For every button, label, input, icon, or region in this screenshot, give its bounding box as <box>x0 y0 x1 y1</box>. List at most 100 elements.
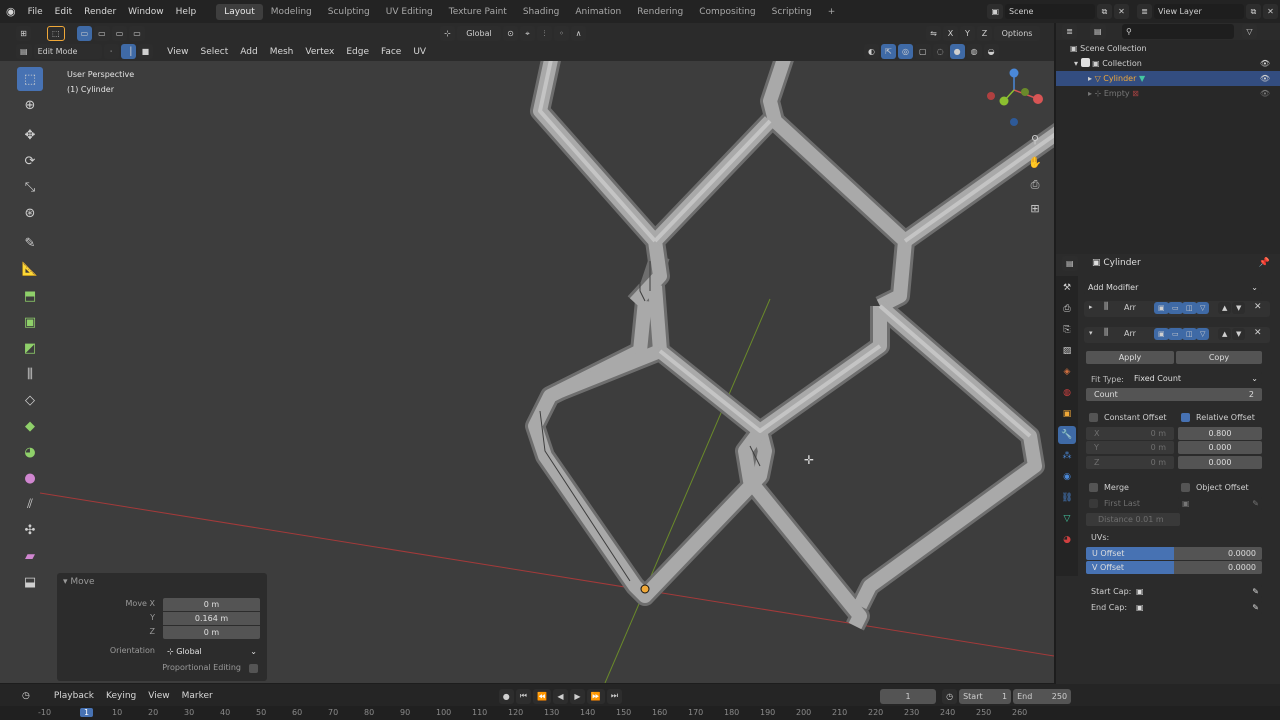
tool-tab-icon[interactable]: ⚒ <box>1058 279 1076 297</box>
preview-range-icon[interactable]: ◷ <box>942 688 958 704</box>
spin-tool-icon[interactable]: ◕ <box>17 440 43 464</box>
tab-layout[interactable]: Layout <box>216 3 263 20</box>
eyedropper-icon[interactable]: ✎ <box>1252 585 1259 598</box>
copy-button[interactable]: Copy <box>1176 351 1262 364</box>
object-tab-icon[interactable]: ▣ <box>1058 405 1076 423</box>
move-up-icon[interactable]: ▲ <box>1218 302 1232 314</box>
orientation-dropdown[interactable]: ⊹ Global ⌄ <box>163 645 260 658</box>
select-box-icon[interactable]: ⬚ <box>17 67 43 91</box>
next-key-icon[interactable]: ⏩ <box>586 688 605 704</box>
fit-type-dropdown[interactable]: Fixed Count ⌄ <box>1130 372 1262 385</box>
play-icon[interactable]: ▶ <box>569 688 585 704</box>
current-frame-field[interactable]: 1 <box>880 688 937 704</box>
merge-checkbox[interactable] <box>1089 483 1098 492</box>
tab-modeling[interactable]: Modeling <box>263 4 320 20</box>
filter-icon[interactable]: ▽ <box>1242 24 1257 39</box>
cage-icon[interactable]: ▽ <box>1196 302 1210 314</box>
visibility-eye-icon[interactable]: 👁 <box>1260 56 1270 71</box>
orientation-select[interactable]: Global <box>457 26 501 41</box>
view-layer-icon[interactable]: ≣ <box>1137 4 1152 19</box>
relative-x-field[interactable]: 0.800 <box>1178 427 1262 440</box>
move-y-field[interactable]: 0.164 m <box>163 612 260 625</box>
collection-checkbox[interactable] <box>1080 58 1090 67</box>
snap-icon[interactable]: ⌖ <box>520 26 535 41</box>
modifier-tab-icon[interactable]: 🔧 <box>1058 426 1076 444</box>
jump-start-icon[interactable]: ⏮ <box>515 688 531 704</box>
outliner-row-scene-collection[interactable]: ▣ Scene Collection <box>1056 41 1280 56</box>
vp-menu-view[interactable]: View <box>161 47 194 57</box>
perspective-grid-icon[interactable]: ⊞ <box>1025 198 1045 218</box>
operator-header[interactable]: ▾ Move <box>63 577 95 587</box>
menu-file[interactable]: File <box>22 7 49 17</box>
remove-modifier-icon[interactable]: ✕ <box>1254 328 1262 338</box>
object-offset-checkbox[interactable] <box>1181 483 1190 492</box>
proportional-icon[interactable]: ◦ <box>554 26 569 41</box>
properties-editor-icon[interactable]: ▤ <box>1062 256 1078 271</box>
u-offset-field[interactable]: U Offset 0.0000 <box>1086 547 1262 560</box>
pin-icon[interactable]: 📌 <box>1259 258 1270 268</box>
extrude-tool-icon[interactable]: ⬒ <box>17 284 43 308</box>
tab-uv-editing[interactable]: UV Editing <box>378 4 441 20</box>
knife-tool-icon[interactable]: ◇ <box>17 388 43 412</box>
cage-icon[interactable]: ▽ <box>1196 328 1210 340</box>
v-offset-field[interactable]: V Offset 0.0000 <box>1086 561 1262 574</box>
vp-menu-mesh[interactable]: Mesh <box>264 47 300 57</box>
rotate-tool-icon[interactable]: ⟳ <box>17 149 43 173</box>
prev-key-icon[interactable]: ⏪ <box>532 688 551 704</box>
outliner-search-input[interactable]: ⚲ <box>1122 24 1234 39</box>
collapse-icon[interactable]: ▾ <box>1089 329 1093 337</box>
tab-scripting[interactable]: Scripting <box>764 4 820 20</box>
start-frame-field[interactable]: Start 1 <box>959 688 1012 704</box>
timeline-menu-playback[interactable]: Playback <box>48 691 100 701</box>
mode-select[interactable]: Edit Mode <box>33 44 102 59</box>
render-display-icon[interactable]: ◫ <box>1182 328 1197 340</box>
view-layer-tab-icon[interactable]: ▨ <box>1058 342 1076 360</box>
mirror-y[interactable]: Y <box>960 26 975 41</box>
timeline-menu-marker[interactable]: Marker <box>176 691 219 701</box>
face-select-icon[interactable]: ■ <box>137 44 154 59</box>
vp-menu-select[interactable]: Select <box>194 47 234 57</box>
tab-rendering[interactable]: Rendering <box>629 4 691 20</box>
scene-icon[interactable]: ▣ <box>987 4 1003 19</box>
rendered-shading-icon[interactable]: ◒ <box>983 44 999 59</box>
render-display-icon[interactable]: ◫ <box>1182 302 1197 314</box>
tab-texture-paint[interactable]: Texture Paint <box>441 4 515 20</box>
rip-tool-icon[interactable]: ⬓ <box>17 570 43 594</box>
overlay-icon[interactable]: ◎ <box>898 44 913 59</box>
shear-tool-icon[interactable]: ▰ <box>17 544 43 568</box>
blender-logo-icon[interactable]: ◉ <box>0 5 22 18</box>
visibility-eye-icon[interactable]: 👁 <box>1260 71 1270 86</box>
annotate-tool-icon[interactable]: ✎ <box>17 231 43 255</box>
timeline-editor-icon[interactable]: ◷ <box>16 691 36 701</box>
view-layer-new-icon[interactable]: ⧉ <box>1246 4 1261 19</box>
record-icon[interactable]: ● <box>498 688 514 704</box>
move-up-icon[interactable]: ▲ <box>1218 328 1232 340</box>
visibility-eye-icon[interactable]: 👁 <box>1260 86 1270 101</box>
end-frame-field[interactable]: End 250 <box>1013 688 1072 704</box>
menu-help[interactable]: Help <box>170 7 203 17</box>
vp-menu-vertex[interactable]: Vertex <box>299 47 340 57</box>
smooth-tool-icon[interactable]: ● <box>17 466 43 490</box>
visibility-icon[interactable]: ◐ <box>864 44 879 59</box>
constraints-tab-icon[interactable]: ⛓ <box>1058 489 1076 507</box>
apply-button[interactable]: Apply <box>1086 351 1174 364</box>
tab-compositing[interactable]: Compositing <box>691 4 763 20</box>
cursor-icon[interactable]: ⊕ <box>17 93 43 117</box>
loop-cut-tool-icon[interactable]: ⫼ <box>17 362 43 386</box>
edge-select-icon[interactable]: ▕ <box>120 44 136 59</box>
select-subtract-icon[interactable]: ▭ <box>111 26 128 41</box>
constant-x-field[interactable]: X0 m <box>1086 427 1174 440</box>
outliner-row-collection[interactable]: ▾ ▣ Collection 👁 <box>1056 56 1280 71</box>
eyedropper-icon[interactable]: ✎ <box>1252 601 1259 614</box>
menu-edit[interactable]: Edit <box>49 7 78 17</box>
options-button[interactable]: Options <box>994 26 1040 41</box>
material-shading-icon[interactable]: ◍ <box>966 44 982 59</box>
vp-menu-edge[interactable]: Edge <box>340 47 375 57</box>
add-workspace-icon[interactable]: + <box>820 4 844 20</box>
add-modifier-dropdown[interactable]: Add Modifier ⌄ <box>1084 281 1262 294</box>
tab-shading[interactable]: Shading <box>515 4 568 20</box>
output-tab-icon[interactable]: ⎘ <box>1058 321 1076 339</box>
move-down-icon[interactable]: ▼ <box>1232 328 1246 340</box>
display-mode-icon[interactable]: ▤ <box>1090 24 1106 39</box>
view-layer-remove-icon[interactable]: ✕ <box>1263 4 1278 19</box>
